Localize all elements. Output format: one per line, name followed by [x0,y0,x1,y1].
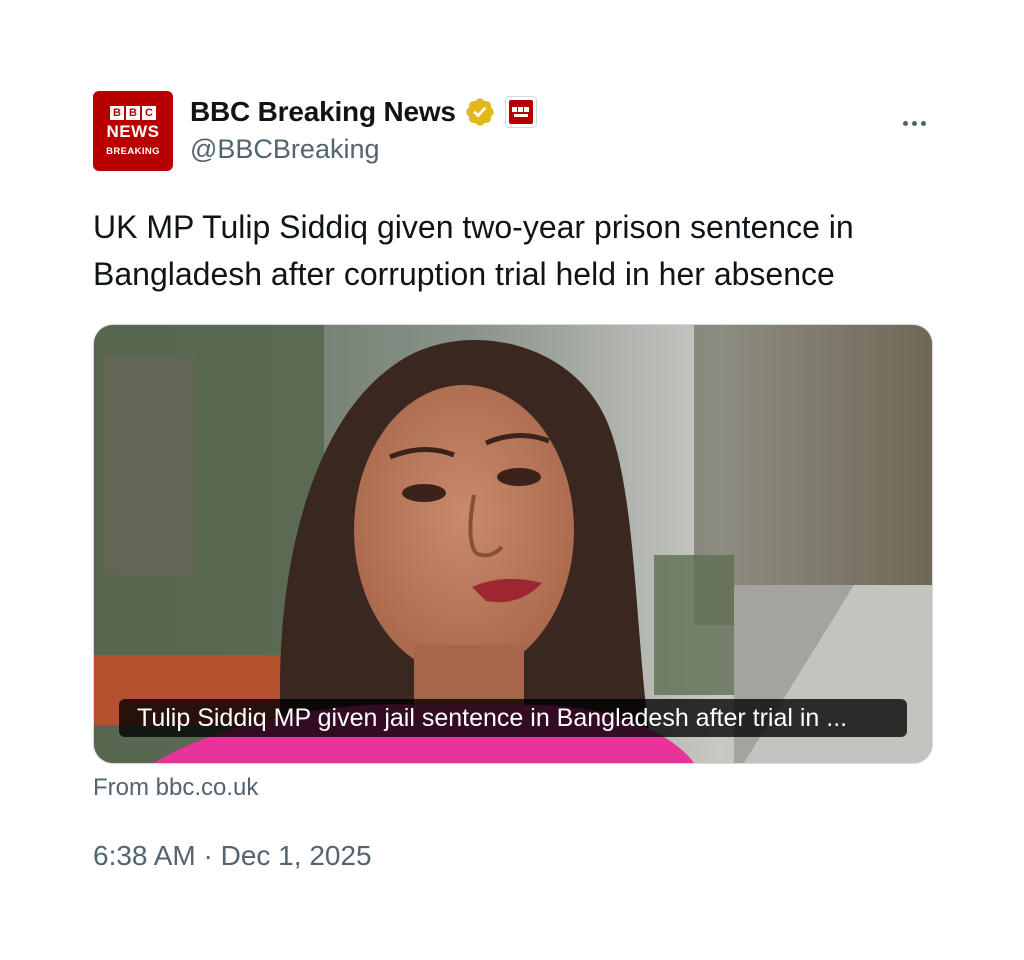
handle[interactable]: @BBCBreaking [190,134,380,165]
card-photo [94,325,932,763]
bbc-news-affiliate-badge-icon[interactable] [504,96,537,128]
timestamp[interactable]: 6:38 AM · Dec 1, 2025 [93,840,372,872]
card-caption: Tulip Siddiq MP given jail sentence in B… [119,699,907,737]
link-card[interactable]: Tulip Siddiq MP given jail sentence in B… [93,324,933,764]
avatar-news-text: NEWS [106,121,160,141]
bbc-logo: B B C [110,105,156,120]
avatar[interactable]: B B C NEWS BREAKING [93,91,173,171]
tweet-text: UK MP Tulip Siddiq given two-year prison… [93,209,854,292]
display-name[interactable]: BBC Breaking News [190,96,456,128]
name-row: BBC Breaking News [190,94,537,130]
card-source[interactable]: From bbc.co.uk [93,774,258,802]
avatar-breaking-text: BREAKING [106,145,160,157]
tweet: B B C NEWS BREAKING BBC Breaking News @B… [0,0,1024,960]
gold-verified-badge-icon[interactable] [464,96,496,128]
more-options-icon[interactable] [894,106,934,140]
